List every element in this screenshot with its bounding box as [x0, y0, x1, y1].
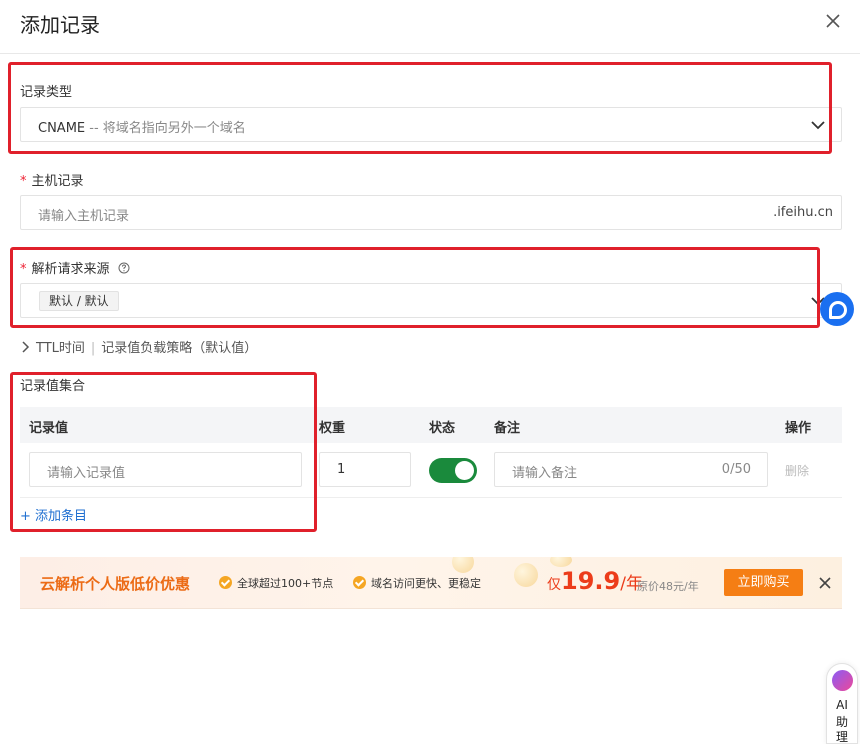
ai-label-line3: 理 [835, 730, 848, 744]
chat-float-icon[interactable] [820, 292, 854, 326]
record-type-label: 记录类型 [20, 85, 73, 100]
question-circle-icon[interactable] [118, 262, 130, 274]
record-type-desc: -- 将域名指向另外一个域名 [89, 121, 246, 136]
promo-feature-2: 域名访问更快、更稳定 [353, 575, 481, 591]
check-circle-icon [219, 576, 232, 589]
record-type-value: CNAME -- 将域名指向另外一个域名 [38, 117, 246, 136]
chevron-right-icon [22, 341, 30, 353]
note-char-count: 0/50 [721, 462, 751, 477]
ai-assistant-button[interactable]: AI 助 理 [826, 663, 858, 744]
record-table-header: 记录值 权重 状态 备注 操作 [20, 407, 842, 443]
separator: | [90, 341, 96, 356]
weight-value: 1 [337, 462, 346, 477]
col-weight: 权重 [319, 421, 346, 436]
coin-decoration [550, 557, 572, 567]
feature-1-text: 全球超过100+节点 [237, 577, 334, 590]
required-mark: * [20, 174, 27, 189]
record-set-label: 记录值集合 [20, 379, 86, 394]
ttl-label: TTL时间 [36, 341, 85, 356]
row-divider [20, 497, 842, 498]
record-value-input[interactable]: 请输入记录值 [29, 452, 302, 487]
resolve-source-tag: 默认 / 默认 [39, 291, 119, 311]
ai-label-line1: AI [836, 698, 848, 712]
host-record-placeholder: 请输入主机记录 [38, 209, 130, 224]
policy-label: 记录值负载策略（默认值） [101, 341, 258, 356]
toggle-knob [455, 461, 474, 480]
record-value-placeholder: 请输入记录值 [47, 466, 126, 481]
promo-feature-1: 全球超过100+节点 [219, 575, 333, 591]
dialog-header: 添加记录 [0, 0, 860, 54]
price-value: 19.9 [561, 567, 621, 595]
weight-input[interactable]: 1 [319, 452, 411, 487]
domain-suffix: .ifeihu.cn [773, 205, 833, 220]
col-note: 备注 [494, 421, 521, 436]
buy-now-button[interactable]: 立即购买 [724, 569, 803, 596]
host-record-input[interactable]: 请输入主机记录 .ifeihu.cn [20, 195, 842, 230]
close-icon[interactable] [822, 10, 844, 32]
promo-banner: 云解析个人版低价优惠 全球超过100+节点 域名访问更快、更稳定 仅19.9/年… [20, 557, 842, 609]
check-circle-icon [353, 576, 366, 589]
promo-title: 云解析个人版低价优惠 [40, 575, 191, 593]
note-placeholder: 请输入备注 [512, 466, 578, 481]
coin-decoration [452, 557, 474, 573]
promo-price: 仅19.9/年 [547, 567, 643, 595]
status-toggle[interactable] [429, 458, 477, 483]
record-type-main: CNAME [38, 121, 86, 136]
ai-sparkle-icon [832, 670, 853, 691]
dialog-title: 添加记录 [20, 13, 100, 37]
host-record-label-text: 主机记录 [31, 174, 84, 189]
col-status: 状态 [429, 421, 456, 436]
original-price: 原价48元/年 [637, 580, 699, 593]
col-record-value: 记录值 [29, 421, 69, 436]
close-banner-icon[interactable] [816, 574, 834, 592]
feature-2-text: 域名访问更快、更稳定 [371, 577, 481, 590]
advanced-settings-toggle[interactable]: TTL时间 | 记录值负载策略（默认值） [20, 337, 257, 356]
required-mark: * [20, 262, 27, 277]
resolve-source-label: * 解析请求来源 [20, 258, 130, 277]
host-record-label: * 主机记录 [20, 170, 84, 189]
chevron-down-icon [811, 121, 825, 130]
delete-row-button[interactable]: 删除 [785, 462, 809, 479]
col-action: 操作 [785, 421, 812, 436]
price-prefix: 仅 [547, 577, 561, 593]
resolve-source-select[interactable]: 默认 / 默认 [20, 283, 842, 318]
record-type-select[interactable]: CNAME -- 将域名指向另外一个域名 [20, 107, 842, 142]
add-item-button[interactable]: + 添加条目 [20, 505, 87, 524]
note-input[interactable]: 请输入备注 0/50 [494, 452, 768, 487]
resolve-source-label-text: 解析请求来源 [31, 262, 110, 277]
coin-decoration [514, 563, 538, 587]
